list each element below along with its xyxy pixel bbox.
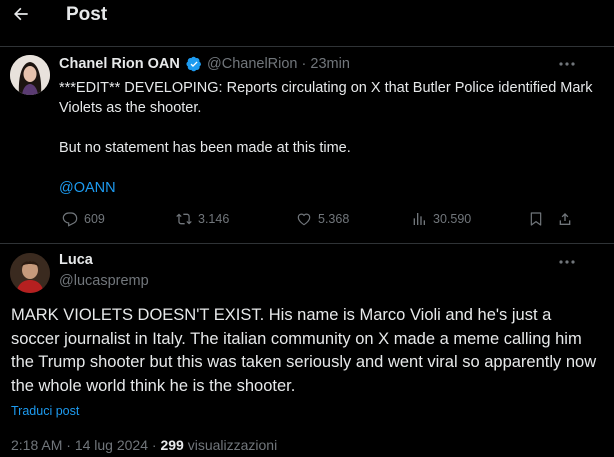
post-date[interactable]: 14 lug 2024	[75, 437, 148, 453]
like-button[interactable]: 5.368	[296, 209, 349, 229]
post-time[interactable]: 23min	[310, 56, 350, 72]
views-count: 299	[160, 437, 184, 453]
post-text: MARK VIOLETS DOESN'T EXIST. His name is …	[11, 306, 597, 395]
bookmark-button[interactable]	[528, 209, 544, 229]
post-text-line: But no statement has been made at this t…	[59, 140, 351, 156]
post-text-line: ***EDIT** DEVELOPING: Reports circulatin…	[59, 80, 593, 116]
action-bar: 609 3.146 5.368 30.590	[0, 209, 614, 231]
views-button[interactable]: 30.590	[411, 209, 471, 229]
avatar-photo	[10, 55, 50, 95]
post-metadata: 2:18 AM · 14 lug 2024 · 299 visualizzazi…	[11, 437, 278, 453]
reply-count: 609	[84, 212, 105, 226]
repost-button[interactable]: 3.146	[176, 209, 229, 229]
bookmark-icon	[530, 212, 542, 226]
author-name[interactable]: Chanel Rion OAN	[59, 56, 180, 72]
repost-count: 3.146	[198, 212, 230, 226]
like-count: 5.368	[318, 212, 350, 226]
mention-link[interactable]: @OANN	[59, 180, 116, 196]
quoted-post[interactable]: Chanel Rion OAN @ChanelRion · 23min ***E…	[0, 46, 614, 244]
back-arrow-icon[interactable]	[11, 4, 31, 24]
share-button[interactable]	[557, 209, 573, 229]
more-options-icon[interactable]	[559, 61, 575, 67]
views-count: 30.590	[433, 212, 472, 226]
views-label: visualizzazioni	[187, 437, 278, 453]
reply-post: Luca @lucaspremp MARK VIOLETS DOESN'T EX…	[0, 243, 614, 457]
separator-dot: ·	[301, 56, 307, 72]
translate-post-link[interactable]: Traduci post	[11, 404, 79, 418]
author-handle-time[interactable]: @ChanelRion · 23min	[207, 56, 350, 72]
heart-icon	[297, 213, 311, 226]
top-bar: Post	[0, 0, 614, 32]
avatar[interactable]	[10, 55, 50, 95]
verified-badge-icon	[186, 56, 201, 72]
reply-button[interactable]: 609	[62, 209, 105, 229]
author-handle[interactable]: @lucaspremp	[59, 273, 149, 289]
repost-icon	[176, 213, 192, 225]
avatar[interactable]	[10, 253, 50, 293]
more-options-icon[interactable]	[559, 259, 575, 265]
author-handle[interactable]: @ChanelRion	[207, 56, 298, 72]
post-time[interactable]: 2:18 AM	[11, 437, 62, 453]
post-text: ***EDIT** DEVELOPING: Reports circulatin…	[59, 78, 599, 198]
reply-icon	[62, 212, 78, 227]
avatar-photo	[10, 253, 50, 293]
page-title: Post	[66, 4, 108, 25]
share-icon	[559, 213, 571, 225]
author-name[interactable]: Luca	[59, 252, 93, 268]
views-chart-icon	[413, 213, 425, 225]
